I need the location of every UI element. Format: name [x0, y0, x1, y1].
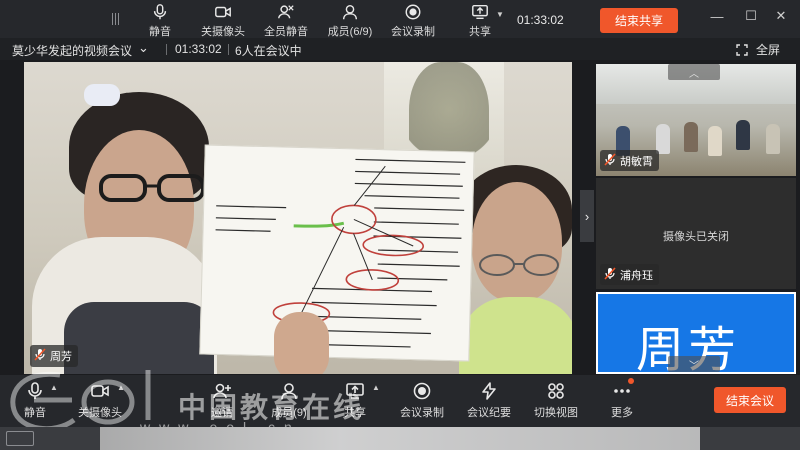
fullscreen-icon — [736, 43, 748, 56]
record-label: 会议录制 — [400, 407, 444, 419]
camera-off-text: 摄像头已关闭 — [663, 231, 729, 243]
close-button[interactable]: ✕ — [770, 6, 792, 26]
record-button[interactable]: 会议录制 — [387, 381, 457, 420]
speaker-name: 周芳 — [50, 351, 72, 363]
members-icon — [342, 4, 358, 20]
camera-icon — [91, 385, 109, 397]
mute-button[interactable]: 静音 — [0, 381, 70, 420]
grid-view-icon — [548, 383, 564, 399]
camera-off-button[interactable]: 关摄像头 — [191, 3, 255, 39]
divider — [166, 44, 167, 55]
mute-all-icon — [278, 5, 294, 19]
collapse-sidebar-button[interactable]: › — [580, 190, 594, 242]
share-screen-button[interactable]: 共享 — [448, 3, 512, 39]
members-button[interactable]: 成员(6/9) — [318, 3, 382, 39]
participant-tile[interactable]: 摄像头已关闭 浦舟珏 — [596, 178, 796, 289]
mute-dropdown-icon[interactable]: ▲ — [50, 383, 58, 392]
share-label: 共享 — [469, 26, 491, 38]
more-label: 更多 — [611, 407, 633, 419]
meeting-duration: 01:33:02 — [175, 42, 222, 56]
close-icon: ✕ — [775, 8, 787, 23]
taskbar-strip — [0, 427, 800, 450]
participant-name: 胡敏霄 — [620, 155, 653, 168]
minutes-icon — [482, 382, 496, 400]
microphone-icon — [28, 382, 42, 399]
main-video[interactable]: 周芳 — [24, 62, 572, 374]
scroll-up-button[interactable]: ︿ — [668, 64, 720, 80]
more-icon — [614, 389, 630, 393]
end-meeting-button[interactable]: 结束会议 — [714, 387, 786, 413]
participant-name-tag: 浦舟珏 — [600, 264, 659, 285]
switch-view-label: 切换视图 — [534, 407, 578, 419]
share-screen-icon — [472, 4, 488, 20]
minutes-button[interactable]: 会议纪要 — [454, 381, 524, 420]
camera-icon — [215, 6, 231, 18]
share-dropdown-icon[interactable]: ▼ — [496, 10, 504, 19]
meeting-info-bar: 莫少华发起的视频会议 ⌄ 01:33:02 6人在会议中 全屏 — [0, 38, 800, 60]
chevron-right-icon: › — [584, 208, 590, 224]
chevron-up-icon: ︿ — [689, 68, 699, 80]
whiteboard-mindmap — [199, 144, 475, 362]
divider — [228, 44, 229, 55]
fullscreen-button[interactable]: 全屏 — [736, 41, 780, 58]
share-timer: 01:33:02 — [517, 13, 564, 27]
mute-all-label: 全员静音 — [264, 26, 308, 38]
camera-dropdown-icon[interactable]: ▲ — [117, 383, 125, 392]
speaker-name-tag: 周芳 — [30, 345, 78, 367]
mute-all-button[interactable]: 全员静音 — [254, 3, 318, 39]
record-icon — [413, 382, 431, 400]
mic-muted-icon — [34, 348, 46, 364]
participant-name: 浦舟珏 — [620, 269, 653, 282]
maximize-button[interactable]: ☐ — [740, 6, 762, 26]
minimize-button[interactable]: — — [706, 6, 728, 26]
scroll-down-button[interactable]: ﹀ — [668, 356, 720, 372]
mute-label: 静音 — [149, 26, 171, 38]
share-dropdown-icon[interactable]: ▲ — [372, 383, 380, 392]
end-share-button[interactable]: 结束共享 — [600, 8, 678, 33]
mic-muted-icon — [604, 266, 616, 283]
fullscreen-label: 全屏 — [756, 43, 781, 57]
more-button[interactable]: 更多 — [587, 381, 657, 420]
mic-muted-icon — [604, 152, 616, 169]
camera-off-label: 关摄像头 — [78, 407, 122, 419]
record-label: 会议录制 — [391, 26, 435, 38]
maximize-icon: ☐ — [745, 8, 757, 23]
mute-button[interactable]: 静音 — [128, 3, 192, 39]
notification-dot — [628, 378, 634, 384]
minutes-label: 会议纪要 — [467, 407, 511, 419]
record-button[interactable]: 会议录制 — [381, 3, 445, 39]
record-icon — [405, 4, 421, 20]
switch-view-button[interactable]: 切换视图 — [521, 381, 591, 420]
minimize-icon: — — [710, 8, 724, 24]
chevron-down-icon: ﹀ — [689, 360, 699, 372]
meeting-title[interactable]: 莫少华发起的视频会议 — [12, 42, 132, 59]
participant-name-tag: 胡敏霄 — [600, 150, 659, 171]
members-label: 成员(6/9) — [327, 26, 373, 38]
drag-handle[interactable] — [112, 13, 120, 25]
bottom-toolbar: 静音 ▲ 关摄像头 ▲ 邀请 成员(9) 共享 ▲ 会议录制 会议纪要 切换视图… — [0, 375, 800, 427]
keyboard-icon[interactable] — [6, 431, 34, 446]
microphone-icon — [153, 4, 167, 20]
chevron-down-icon[interactable]: ⌄ — [138, 40, 149, 56]
camera-off-label: 关摄像头 — [201, 26, 245, 38]
participant-count: 6人在会议中 — [235, 44, 302, 58]
mute-label: 静音 — [24, 407, 46, 419]
share-toolbar: 静音 关摄像头 全员静音 成员(6/9) 会议录制 共享 ▼ 01:33:02 … — [0, 0, 800, 38]
participant-tile[interactable]: 胡敏霄 — [596, 64, 796, 176]
